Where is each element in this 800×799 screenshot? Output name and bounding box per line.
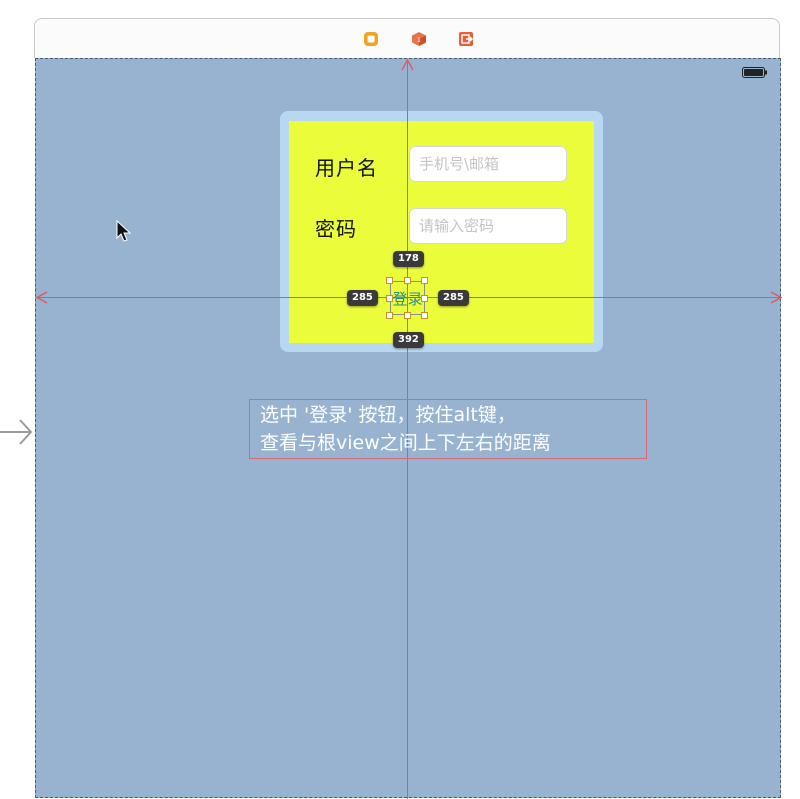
resize-handle[interactable]	[421, 277, 428, 284]
distance-bottom-badge: 392	[393, 332, 424, 348]
password-label: 密码	[315, 217, 357, 241]
resize-handle[interactable]	[404, 312, 411, 319]
login-button[interactable]: 登录	[390, 281, 425, 315]
initial-segue-arrow-icon	[0, 419, 33, 445]
annotation-note: 选中 '登录' 按钮，按住alt键， 查看与根view之间上下左右的距离	[249, 399, 647, 459]
password-field[interactable]: 请输入密码	[409, 208, 567, 244]
distance-left-badge: 285	[347, 290, 378, 306]
distance-right-badge: 285	[438, 290, 469, 306]
exit-icon[interactable]	[458, 31, 474, 47]
guide-arrow-left-icon	[36, 291, 48, 304]
mouse-cursor-icon	[116, 220, 132, 242]
battery-icon	[742, 67, 767, 78]
annotation-line-1: 选中 '登录' 按钮，按住alt键，	[260, 404, 516, 426]
guide-arrow-top-icon	[401, 59, 414, 71]
first-responder-icon[interactable]: 1	[411, 31, 427, 47]
resize-handle[interactable]	[404, 277, 411, 284]
resize-handle[interactable]	[421, 295, 428, 302]
root-view[interactable]: 用户名 手机号\邮箱 密码 请输入密码 登录 178 285 285 392 选…	[35, 58, 782, 799]
view-controller-icon[interactable]	[363, 31, 379, 47]
resize-handle[interactable]	[421, 312, 428, 319]
annotation-line-2: 查看与根view之间上下左右的距离	[260, 432, 551, 454]
resize-handle[interactable]	[386, 312, 393, 319]
svg-text:1: 1	[417, 37, 421, 44]
distance-top-badge: 178	[393, 251, 424, 267]
resize-handle[interactable]	[386, 277, 393, 284]
guide-arrow-right-icon	[770, 291, 782, 304]
resize-handle[interactable]	[386, 295, 393, 302]
username-label: 用户名	[315, 156, 378, 180]
username-field[interactable]: 手机号\邮箱	[409, 146, 567, 182]
scene-dock: 1	[34, 18, 780, 58]
